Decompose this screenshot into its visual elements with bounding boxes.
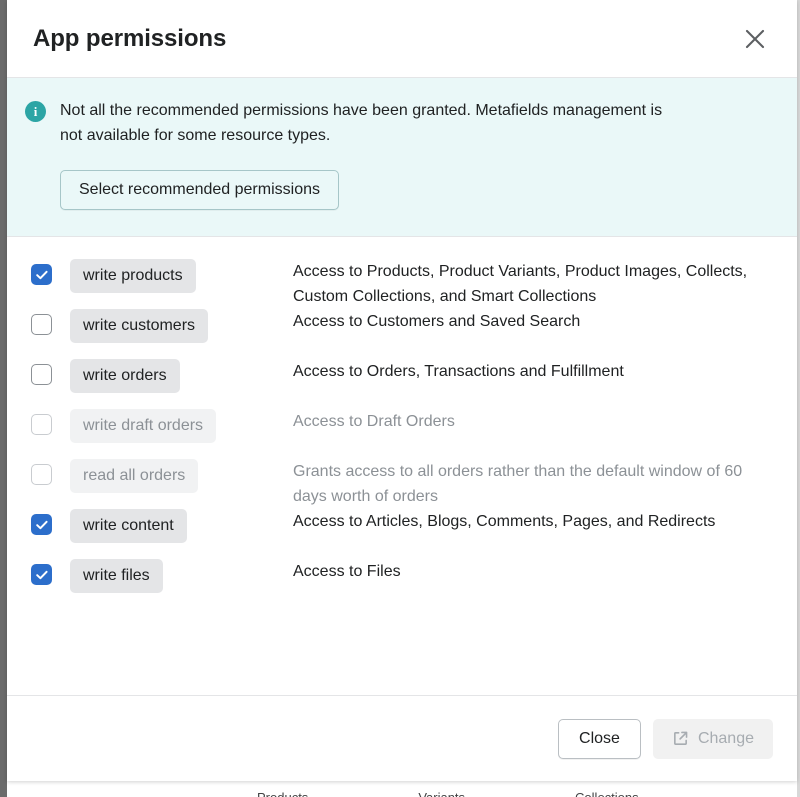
app-permissions-modal: App permissions i Not all the recommende… [7,0,797,781]
modal-header: App permissions [7,0,797,78]
permissions-list: write products Access to Products, Produc… [7,237,797,695]
permission-description: Access to Files [293,563,401,580]
permission-scope-tag: write files [70,559,163,593]
permission-scope-tag: write draft orders [70,409,217,443]
permission-row: write files Access to Files [31,559,773,593]
permission-checkbox[interactable] [31,314,52,335]
permission-description: Access to Articles, Blogs, Comments, Pag… [293,513,716,530]
permission-row: write orders Access to Orders, Transactio… [31,359,773,393]
permission-row: read all orders Grants access to all orde… [31,459,773,505]
background-column-label: Collections [575,791,639,797]
permission-checkbox[interactable] [31,514,52,535]
close-icon[interactable] [735,19,775,59]
background-column-label: Products [257,791,308,797]
background-page-content: Products Variants Collections [7,780,797,797]
permission-scope-tag: write orders [70,359,180,393]
permission-description: Access to Orders, Transactions and Fulfi… [293,363,624,380]
permission-checkbox [31,464,52,485]
info-icon: i [25,101,46,122]
permission-row: write content Access to Articles, Blogs, … [31,509,773,543]
modal-scrim-left [0,0,7,797]
permission-scope-tag: read all orders [70,459,199,493]
close-button[interactable]: Close [558,718,641,759]
select-recommended-permissions-button[interactable]: Select recommended permissions [60,170,339,210]
banner-message: Not all the recommended permissions have… [60,102,663,144]
permission-description: Access to Customers and Saved Search [293,313,581,330]
change-button-label: Change [697,729,754,747]
page-title: App permissions [33,24,227,52]
permission-scope-tag: write customers [70,309,209,343]
permission-scope-tag: write products [70,259,196,293]
permission-scope-tag: write content [70,509,187,543]
banner-body: Not all the recommended permissions have… [60,98,773,210]
permission-row: write customers Access to Customers and S… [31,309,773,343]
permission-description: Access to Products, Product Variants, Pr… [293,263,748,305]
background-column-label: Variants [418,791,465,797]
modal-footer: Close Change [7,695,797,781]
change-button: Change [652,718,773,759]
permission-row: write products Access to Products, Produc… [31,259,773,305]
permission-checkbox[interactable] [31,264,52,285]
permission-checkbox[interactable] [31,564,52,585]
permission-row: write draft orders Access to Draft Orders [31,409,773,443]
external-link-icon [672,730,689,747]
permission-description: Access to Draft Orders [293,413,455,430]
permission-checkbox [31,414,52,435]
permission-checkbox[interactable] [31,364,52,385]
permission-description: Grants access to all orders rather than … [293,463,743,505]
recommended-permissions-banner: i Not all the recommended permissions ha… [7,78,797,237]
